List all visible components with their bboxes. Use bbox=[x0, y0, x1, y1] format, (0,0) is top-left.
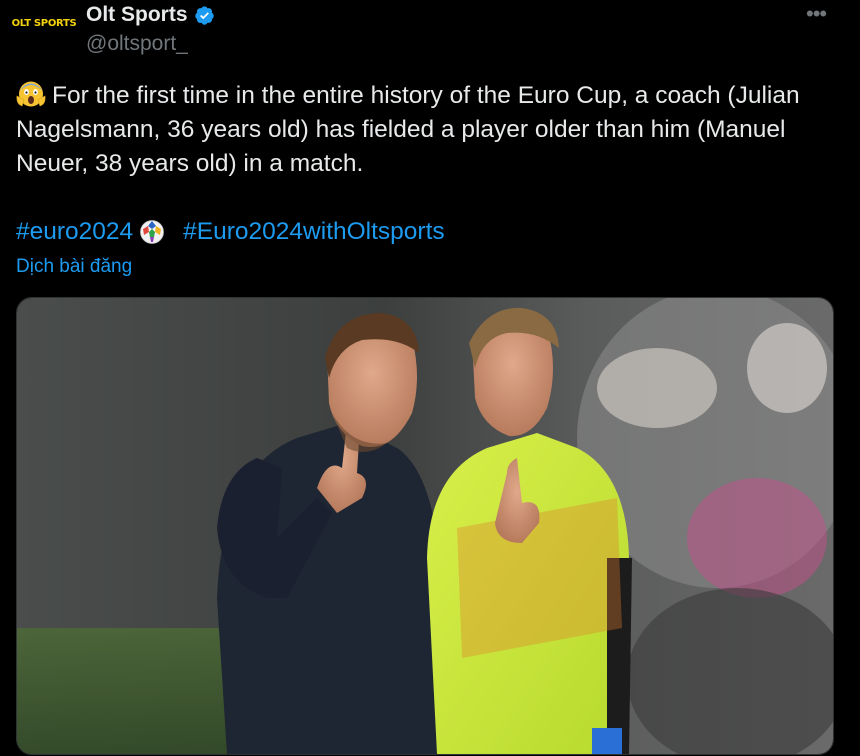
euro-2024-ball-icon bbox=[140, 220, 165, 244]
translate-post-link[interactable]: Dịch bài đăng bbox=[16, 256, 132, 278]
account-handle[interactable]: @oltsport_ bbox=[86, 32, 188, 56]
avatar[interactable]: OLT SPORTS bbox=[6, 2, 82, 50]
verified-badge-icon bbox=[194, 5, 214, 25]
display-name[interactable]: Olt Sports bbox=[86, 3, 215, 27]
face-screaming-in-fear-icon bbox=[16, 81, 46, 107]
hashtag-euro2024witholtsports[interactable]: #Euro2024withOltsports bbox=[183, 218, 444, 246]
tweet-body: For the first time in the entire history… bbox=[16, 82, 800, 177]
hashtag-row: #euro2024 #Euro2024withOltsports bbox=[16, 217, 445, 247]
avatar-logo-text: OLT SPORTS bbox=[11, 17, 77, 29]
display-name-text: Olt Sports bbox=[86, 3, 188, 26]
tweet-text: For the first time in the entire history… bbox=[16, 79, 846, 181]
avatar-logo-subtext bbox=[43, 29, 44, 34]
tweet-photo[interactable] bbox=[16, 297, 834, 755]
photo-scene bbox=[17, 298, 833, 754]
more-options-icon[interactable]: ••• bbox=[806, 3, 827, 25]
hashtag-euro2024[interactable]: #euro2024 bbox=[16, 218, 133, 246]
